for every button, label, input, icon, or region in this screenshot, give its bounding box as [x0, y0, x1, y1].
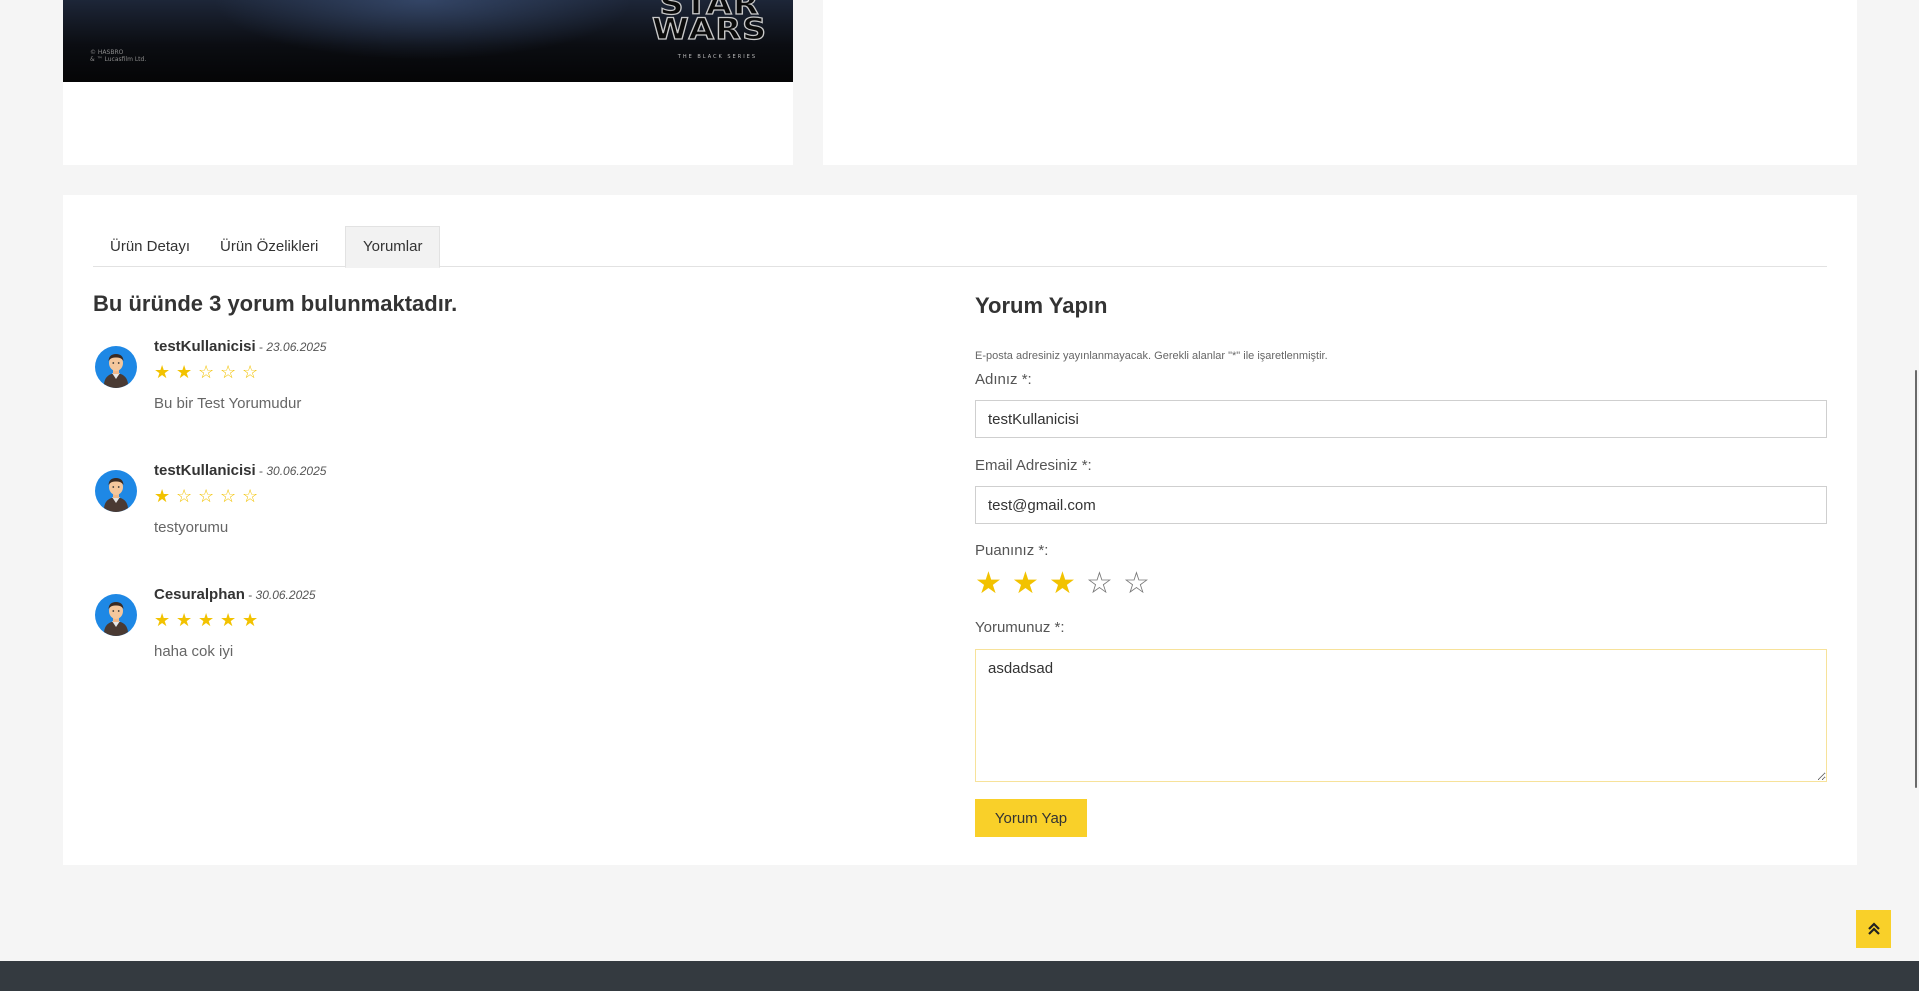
review-author: testKullanicisi [154, 338, 256, 355]
star-empty-icon[interactable]: ☆ [1123, 569, 1153, 599]
page-scrollbar-thumb[interactable] [1915, 370, 1917, 788]
tab-product-detail[interactable]: Ürün Detayı [93, 226, 207, 267]
email-input[interactable] [975, 486, 1827, 524]
product-image-panel: © HASBRO & ™ Lucasfilm Ltd. STAR WARS TH… [63, 0, 793, 165]
review-header: Cesuralphan - 30.06.2025 [154, 586, 316, 603]
review-rating: ★ ★ ☆ ☆ ☆ [154, 363, 264, 381]
review-separator: - [255, 340, 267, 354]
review-separator: - [244, 588, 256, 602]
star-filled-icon: ★ [154, 610, 171, 630]
tab-bar: Ürün Detayı Ürün Özelikleri Yorumlar [93, 226, 1827, 268]
avatar-icon [95, 470, 137, 512]
rating-label: Puanınız *: [975, 542, 1049, 559]
comment-form-title: Yorum Yapın [975, 293, 1108, 318]
review-header: testKullanicisi - 23.06.2025 [154, 338, 326, 355]
product-tabs-card: Ürün Detayı Ürün Özelikleri Yorumlar Bu … [63, 195, 1857, 865]
star-filled-icon: ★ [154, 486, 171, 506]
review-rating: ★ ☆ ☆ ☆ ☆ [154, 487, 264, 505]
star-filled-icon: ★ [220, 610, 237, 630]
logo-subtitle: THE BLACK SERIES [677, 54, 757, 60]
star-empty-icon: ☆ [198, 362, 215, 382]
double-chevron-up-icon [1867, 920, 1880, 937]
review-text: haha cok iyi [154, 643, 234, 660]
review-text: Bu bir Test Yorumudur [154, 395, 302, 412]
logo-line-2: WARS [651, 12, 767, 46]
review-item: testKullanicisi - 23.06.2025 ★ ★ ☆ ☆ ☆ Bu bir … [93, 338, 893, 448]
star-empty-icon: ☆ [242, 362, 259, 382]
tab-product-features[interactable]: Ürün Özelikleri [203, 226, 335, 267]
star-wars-logo: STAR WARS [651, 0, 767, 46]
comment-form-note: E-posta adresiniz yayınlanmayacak. Gerek… [975, 350, 1328, 362]
star-empty-icon: ☆ [220, 362, 237, 382]
star-empty-icon: ☆ [242, 486, 259, 506]
star-filled-icon: ★ [154, 362, 171, 382]
star-empty-icon: ☆ [198, 486, 215, 506]
star-filled-icon: ★ [242, 610, 259, 630]
rating-input[interactable]: ★ ★ ★ ☆ ☆ [975, 569, 1160, 599]
star-filled-icon[interactable]: ★ [1012, 569, 1042, 599]
email-label: Email Adresiniz *: [975, 457, 1092, 474]
star-filled-icon[interactable]: ★ [975, 569, 1005, 599]
star-empty-icon: ☆ [176, 486, 193, 506]
review-header: testKullanicisi - 30.06.2025 [154, 462, 326, 479]
review-rating: ★ ★ ★ ★ ★ [154, 611, 264, 629]
review-author: Cesuralphan [154, 586, 245, 603]
submit-comment-button[interactable]: Yorum Yap [975, 799, 1087, 837]
product-info-panel [823, 0, 1857, 165]
review-item: testKullanicisi - 30.06.2025 ★ ☆ ☆ ☆ ☆ testyor… [93, 462, 893, 572]
product-image[interactable]: © HASBRO & ™ Lucasfilm Ltd. STAR WARS TH… [63, 0, 793, 82]
review-item: Cesuralphan - 30.06.2025 ★ ★ ★ ★ ★ haha cok iy… [93, 586, 893, 696]
image-copyright-text: © HASBRO & ™ Lucasfilm Ltd. [90, 49, 147, 63]
avatar-icon [95, 346, 137, 388]
review-text: testyorumu [154, 519, 229, 536]
image-glow [213, 0, 633, 60]
scroll-to-top-button[interactable] [1856, 910, 1891, 948]
review-date: 30.06.2025 [266, 464, 327, 478]
comment-textarea[interactable]: asdadsad [975, 649, 1827, 782]
review-date: 30.06.2025 [255, 588, 316, 602]
site-footer [0, 961, 1919, 991]
star-filled-icon: ★ [176, 362, 193, 382]
star-filled-icon[interactable]: ★ [1049, 569, 1079, 599]
review-separator: - [255, 464, 267, 478]
tab-reviews[interactable]: Yorumlar [345, 226, 441, 268]
star-filled-icon: ★ [198, 610, 215, 630]
name-label: Adınız *: [975, 371, 1032, 388]
name-input[interactable] [975, 400, 1827, 438]
review-date: 23.06.2025 [266, 340, 327, 354]
reviews-heading: Bu üründe 3 yorum bulunmaktadır. [93, 291, 458, 316]
review-author: testKullanicisi [154, 462, 256, 479]
star-filled-icon: ★ [176, 610, 193, 630]
star-empty-icon[interactable]: ☆ [1086, 569, 1116, 599]
star-empty-icon: ☆ [220, 486, 237, 506]
comment-label: Yorumunuz *: [975, 619, 1065, 636]
avatar-icon [95, 594, 137, 636]
